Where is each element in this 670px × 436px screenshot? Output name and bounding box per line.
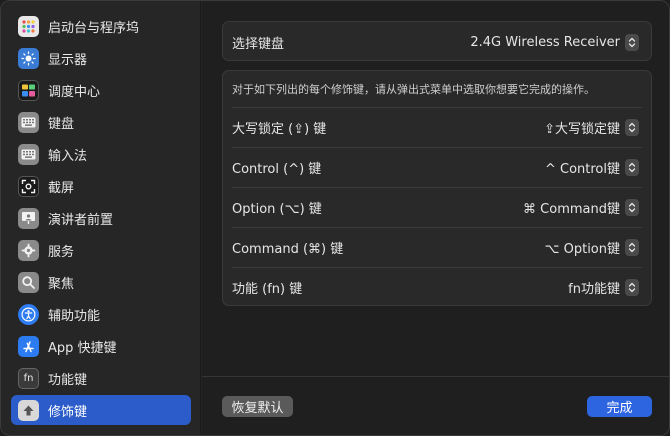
restore-defaults-button[interactable]: 恢复默认 bbox=[222, 396, 293, 417]
sidebar-item-label: 聚焦 bbox=[48, 276, 75, 292]
sidebar-item-label: 演讲者前置 bbox=[48, 212, 114, 228]
chevron-up-down-icon bbox=[625, 118, 639, 136]
chevron-up-down-icon bbox=[625, 238, 639, 256]
keyboard-select-card: 选择键盘 2.4G Wireless Receiver bbox=[222, 21, 652, 61]
sidebar-item-app-shortcuts[interactable]: App 快捷键 bbox=[11, 331, 191, 361]
modifier-popup[interactable]: ⇪大写锁定键 bbox=[544, 118, 639, 137]
modifier-row-label: Command (⌘) 键 bbox=[232, 241, 344, 257]
modifier-popup-value: ^ Control键 bbox=[544, 161, 620, 177]
modifier-row-label: 大写锁定 (⇪) 键 bbox=[232, 121, 327, 137]
modifier-row-command: Command (⌘) 键 ⌥ Option键 bbox=[223, 227, 651, 267]
modifier-row-option: Option (⌥) 键 ⌘ Command键 bbox=[223, 187, 651, 227]
modifier-popup-value: ⇪大写锁定键 bbox=[544, 121, 620, 137]
chevron-up-down-icon bbox=[625, 33, 639, 51]
sidebar-item-label: 截屏 bbox=[48, 180, 75, 196]
sidebar-item-label: App 快捷键 bbox=[48, 340, 117, 356]
chevron-up-down-icon bbox=[625, 158, 639, 176]
modifier-popup-value: ⌘ Command键 bbox=[523, 201, 620, 217]
sidebar-item-screenshots[interactable]: 截屏 bbox=[11, 171, 191, 201]
sidebar-item-label: 辅助功能 bbox=[48, 308, 101, 324]
sidebar-item-label: 启动台与程序坞 bbox=[48, 20, 140, 36]
keyboard-select-value: 2.4G Wireless Receiver bbox=[470, 34, 620, 50]
modifier-popup[interactable]: fn功能键 bbox=[568, 278, 639, 297]
modifier-row-label: Control (^) 键 bbox=[232, 161, 322, 177]
sidebar-item-launchpad[interactable]: 启动台与程序坞 bbox=[11, 11, 191, 41]
screenshot-icon bbox=[18, 175, 39, 197]
launchpad-icon bbox=[18, 15, 39, 37]
settings-window: 启动台与程序坞 显示器 调度中心 键盘 输入法 截屏 演讲者前置 服务 聚焦 辅… bbox=[0, 0, 670, 436]
chevron-up-down-icon bbox=[625, 198, 639, 216]
sidebar-item-displays[interactable]: 显示器 bbox=[11, 43, 191, 73]
gear-icon bbox=[18, 239, 39, 261]
done-button[interactable]: 完成 bbox=[587, 396, 652, 417]
modifier-popup[interactable]: ⌥ Option键 bbox=[544, 238, 639, 257]
app-store-icon bbox=[18, 335, 39, 357]
sidebar-item-label: 功能键 bbox=[48, 372, 88, 388]
keyboard-select-label: 选择键盘 bbox=[232, 36, 285, 52]
sidebar-item-modifier-keys[interactable]: 修饰键 bbox=[11, 395, 191, 425]
sidebar-item-mission-control[interactable]: 调度中心 bbox=[11, 75, 191, 105]
sidebar-item-label: 服务 bbox=[48, 244, 75, 260]
modifier-keys-pane: 选择键盘 2.4G Wireless Receiver 对于如下列出的每个修饰键… bbox=[202, 1, 669, 435]
modifier-popup-value: fn功能键 bbox=[568, 281, 620, 297]
sidebar: 启动台与程序坞 显示器 调度中心 键盘 输入法 截屏 演讲者前置 服务 聚焦 辅… bbox=[1, 1, 201, 435]
sidebar-item-label: 显示器 bbox=[48, 52, 88, 68]
mission-control-icon bbox=[18, 79, 39, 101]
keyboard-icon bbox=[18, 143, 39, 165]
modifier-row-label: 功能 (fn) 键 bbox=[232, 281, 303, 297]
modifier-row-caps-lock: 大写锁定 (⇪) 键 ⇪大写锁定键 bbox=[223, 107, 651, 147]
keyboard-icon bbox=[18, 111, 39, 133]
sidebar-item-label: 修饰键 bbox=[48, 404, 88, 420]
up-arrow-icon bbox=[18, 399, 39, 421]
sidebar-item-spotlight[interactable]: 聚焦 bbox=[11, 267, 191, 297]
modifier-popup[interactable]: ^ Control键 bbox=[544, 158, 639, 177]
modifier-keys-card: 对于如下列出的每个修饰键，请从弹出式菜单中选取你想要它完成的操作。 大写锁定 (… bbox=[222, 70, 652, 306]
fn-icon: fn bbox=[18, 367, 39, 389]
magnifier-icon bbox=[18, 271, 39, 293]
modifier-row-function: 功能 (fn) 键 fn功能键 bbox=[223, 267, 651, 307]
sidebar-item-input-sources[interactable]: 输入法 bbox=[11, 139, 191, 169]
modifier-row-control: Control (^) 键 ^ Control键 bbox=[223, 147, 651, 187]
modifier-popup[interactable]: ⌘ Command键 bbox=[523, 198, 639, 217]
sun-icon bbox=[18, 47, 39, 69]
sidebar-item-services[interactable]: 服务 bbox=[11, 235, 191, 265]
sidebar-item-keyboard[interactable]: 键盘 bbox=[11, 107, 191, 137]
chevron-up-down-icon bbox=[625, 278, 639, 296]
modifier-description: 对于如下列出的每个修饰键，请从弹出式菜单中选取你想要它完成的操作。 bbox=[232, 83, 595, 96]
keyboard-select-row: 选择键盘 2.4G Wireless Receiver bbox=[223, 22, 651, 62]
sidebar-item-label: 键盘 bbox=[48, 116, 75, 132]
modifier-popup-value: ⌥ Option键 bbox=[544, 241, 621, 257]
accessibility-icon bbox=[18, 303, 39, 325]
sidebar-item-accessibility[interactable]: 辅助功能 bbox=[11, 299, 191, 329]
sidebar-item-label: 调度中心 bbox=[48, 84, 101, 100]
footer-divider bbox=[202, 376, 669, 377]
sidebar-item-function-keys[interactable]: fn 功能键 bbox=[11, 363, 191, 393]
presenter-icon bbox=[18, 207, 39, 229]
sidebar-item-presenter-overlay[interactable]: 演讲者前置 bbox=[11, 203, 191, 233]
keyboard-select-popup[interactable]: 2.4G Wireless Receiver bbox=[470, 33, 639, 51]
sidebar-item-label: 输入法 bbox=[48, 148, 88, 164]
modifier-row-label: Option (⌥) 键 bbox=[232, 201, 322, 217]
